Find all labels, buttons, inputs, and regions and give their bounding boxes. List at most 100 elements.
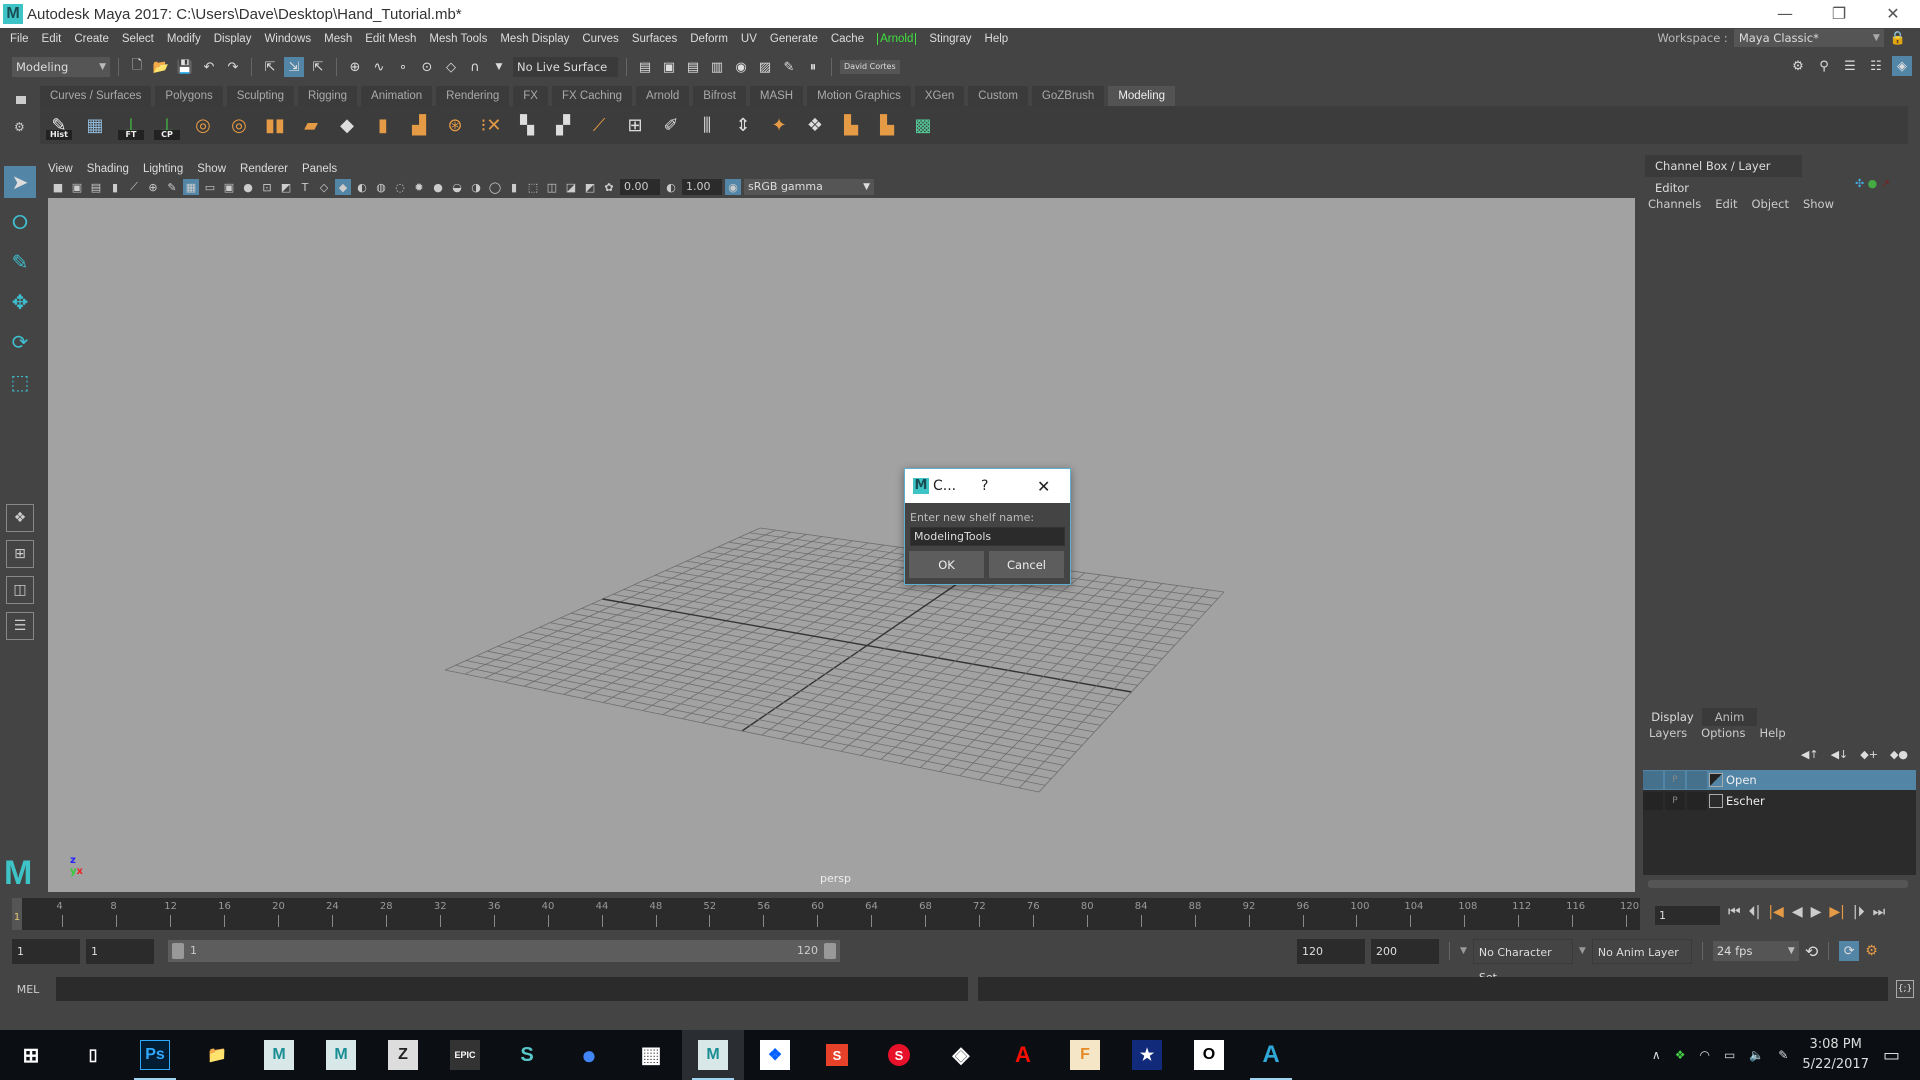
layer-color-swatch[interactable] xyxy=(1709,773,1723,787)
display-type-toggle[interactable] xyxy=(1687,792,1707,810)
transform-axes-icon[interactable]: ✣ xyxy=(1855,177,1864,190)
2d-pan-zoom-icon[interactable]: ⊕ xyxy=(145,179,161,195)
render-settings-icon[interactable]: ▤ xyxy=(635,57,655,77)
show-hidden-icons-icon[interactable]: ∧ xyxy=(1652,1048,1661,1062)
time-slider[interactable]: 1 4 8 12 16 20 24 28 32 36 40 44 48 52 56 60 64 68 72 76 80… xyxy=(12,898,1640,930)
workspace-dropdown[interactable]: Maya Classic* xyxy=(1733,29,1884,47)
snap-surface-icon[interactable]: ∩ xyxy=(465,57,485,77)
battery-icon[interactable]: ▭ xyxy=(1724,1048,1735,1062)
backface-culling-icon[interactable]: ◩ xyxy=(582,179,598,195)
taskbar-maya[interactable]: M xyxy=(682,1030,744,1080)
shelf-tab-rendering[interactable]: Rendering xyxy=(436,86,510,106)
shelf-tab-xgen[interactable]: XGen xyxy=(914,86,965,106)
anim-layer-dropdown[interactable]: No Anim Layer xyxy=(1591,938,1692,964)
taskbar-epic-games[interactable]: EPIC xyxy=(434,1030,496,1080)
user-account-dropdown[interactable]: David Cortes xyxy=(840,60,900,74)
two-view-icon[interactable]: ◫ xyxy=(6,576,34,604)
arnold-render-view-icon[interactable]: ▨ xyxy=(755,57,775,77)
insert-edge-loop-button[interactable]: ▞ xyxy=(548,110,578,140)
uv-editor-button[interactable]: ▦ xyxy=(80,110,110,140)
play-forwards-icon[interactable]: ▶ xyxy=(1811,904,1822,920)
modeling-toolkit-icon[interactable]: ⚙ xyxy=(1788,56,1808,76)
open-scene-icon[interactable]: 📂 xyxy=(151,57,171,77)
xray-icon[interactable]: ◌ xyxy=(392,179,408,195)
layer-row[interactable]: P Escher xyxy=(1643,791,1916,811)
menu-windows[interactable]: Windows xyxy=(264,33,311,45)
character-set-dropdown[interactable]: No Character Set xyxy=(1472,938,1573,984)
safe-action-icon[interactable]: ◩ xyxy=(278,179,294,195)
lock-icon[interactable]: 🔒 xyxy=(1890,31,1906,46)
select-object-icon[interactable]: ⇲ xyxy=(284,57,304,77)
playback-start-field[interactable]: 1 xyxy=(86,938,154,964)
shelf-tabs-menu-icon[interactable] xyxy=(16,96,26,104)
arrow-icon[interactable]: ↗ xyxy=(1881,177,1890,190)
shadows-icon[interactable]: ● xyxy=(430,179,446,195)
bookmark-icon[interactable]: ▮ xyxy=(107,179,123,195)
shelf-tab-gozbrush[interactable]: GoZBrush xyxy=(1031,86,1105,106)
menu-edit[interactable]: Edit xyxy=(42,33,62,45)
viewport-menu-panels[interactable]: Panels xyxy=(302,163,337,175)
rotate-tool-icon[interactable]: ⟳ xyxy=(4,326,36,358)
shelf-tab-polygons[interactable]: Polygons xyxy=(155,86,223,106)
textured-icon[interactable]: ◍ xyxy=(373,179,389,195)
taskbar-substance-designer[interactable]: S xyxy=(868,1030,930,1080)
field-chart-icon[interactable]: ⊡ xyxy=(259,179,275,195)
menu-uv[interactable]: UV xyxy=(741,33,757,45)
human-ik-icon[interactable]: ⚲ xyxy=(1814,56,1834,76)
wireframe-on-shaded-icon[interactable]: ◐ xyxy=(354,179,370,195)
auto-key-icon[interactable]: ⟳ xyxy=(1839,941,1860,961)
move-layer-down-icon[interactable]: ◀↓ xyxy=(1831,748,1849,761)
layer-tab-anim[interactable]: Anim xyxy=(1702,708,1757,726)
four-view-icon[interactable]: ⊞ xyxy=(6,540,34,568)
shelf-tab-fx[interactable]: FX xyxy=(513,86,548,106)
current-frame-field[interactable]: 1 xyxy=(1655,906,1720,925)
chevron-down-icon[interactable]: ▼ xyxy=(489,57,509,77)
taskbar-app-star[interactable]: ★ xyxy=(1116,1030,1178,1080)
scale-tool-icon[interactable]: ⬚ xyxy=(4,366,36,398)
sphere-icon[interactable]: ● xyxy=(1868,177,1878,190)
taskbar-task-view[interactable]: ▯ xyxy=(62,1030,124,1080)
chevron-down-icon[interactable]: ▼ xyxy=(1460,946,1467,956)
menu-stingray[interactable]: Stingray xyxy=(929,33,971,45)
dialog-close-button[interactable]: ✕ xyxy=(1037,477,1050,496)
clock[interactable]: 3:08 PM 5/22/2017 xyxy=(1802,1035,1869,1075)
arnold-ipr-icon[interactable]: ✎ xyxy=(779,57,799,77)
ok-button[interactable]: OK xyxy=(909,551,984,578)
tool-settings-icon[interactable]: ☷ xyxy=(1866,56,1886,76)
image-plane-icon[interactable]: ⟋ xyxy=(126,179,142,195)
color-space-dropdown[interactable]: sRGB gamma ▼ xyxy=(744,179,874,195)
taskbar-substance[interactable]: S xyxy=(496,1030,558,1080)
help-button[interactable]: ? xyxy=(981,478,988,494)
lights-icon[interactable]: ✹ xyxy=(411,179,427,195)
bridge-button[interactable]: ▮ xyxy=(368,110,398,140)
menu-generate[interactable]: Generate xyxy=(770,33,818,45)
taskbar-chrome[interactable]: ● xyxy=(558,1030,620,1080)
menu-select[interactable]: Select xyxy=(122,33,154,45)
action-center-icon[interactable]: ▭ xyxy=(1883,1045,1900,1066)
object-menu[interactable]: Object xyxy=(1752,197,1789,211)
camera-icon[interactable]: ■ xyxy=(50,179,66,195)
menu-file[interactable]: File xyxy=(10,33,29,45)
wireframe-icon[interactable]: ◇ xyxy=(316,179,332,195)
taskbar-calculator[interactable]: ▦ xyxy=(620,1030,682,1080)
move-layer-up-icon[interactable]: ◀↑ xyxy=(1801,748,1819,761)
restore-button[interactable]: ❐ xyxy=(1812,0,1866,28)
minimize-button[interactable]: — xyxy=(1758,0,1812,28)
menu-mesh-tools[interactable]: Mesh Tools xyxy=(429,33,487,45)
bevel-button[interactable]: ◆ xyxy=(332,110,362,140)
taskbar-file-explorer[interactable]: 📁 xyxy=(186,1030,248,1080)
multi-cut-button[interactable]: ▚ xyxy=(512,110,542,140)
layer-tab-display[interactable]: Display xyxy=(1645,708,1700,726)
go-to-end-icon[interactable]: ⏭ xyxy=(1873,904,1886,920)
menu-create[interactable]: Create xyxy=(74,33,109,45)
xray-joints-icon[interactable]: ◫ xyxy=(544,179,560,195)
taskbar-unity[interactable]: ◈ xyxy=(930,1030,992,1080)
channel-box-tab[interactable]: Channel Box / Layer Editor xyxy=(1645,155,1802,195)
step-back-frame-icon[interactable]: |◀ xyxy=(1768,904,1783,920)
gamma-field[interactable]: 1.00 xyxy=(682,179,722,195)
taskbar-oculus[interactable]: O xyxy=(1178,1030,1240,1080)
playback-toggle[interactable]: P xyxy=(1665,771,1685,789)
fps-dropdown[interactable]: 24 fps ▼ xyxy=(1712,941,1799,961)
render-settings-icon[interactable]: ▥ xyxy=(707,57,727,77)
visibility-toggle[interactable] xyxy=(1643,771,1663,789)
